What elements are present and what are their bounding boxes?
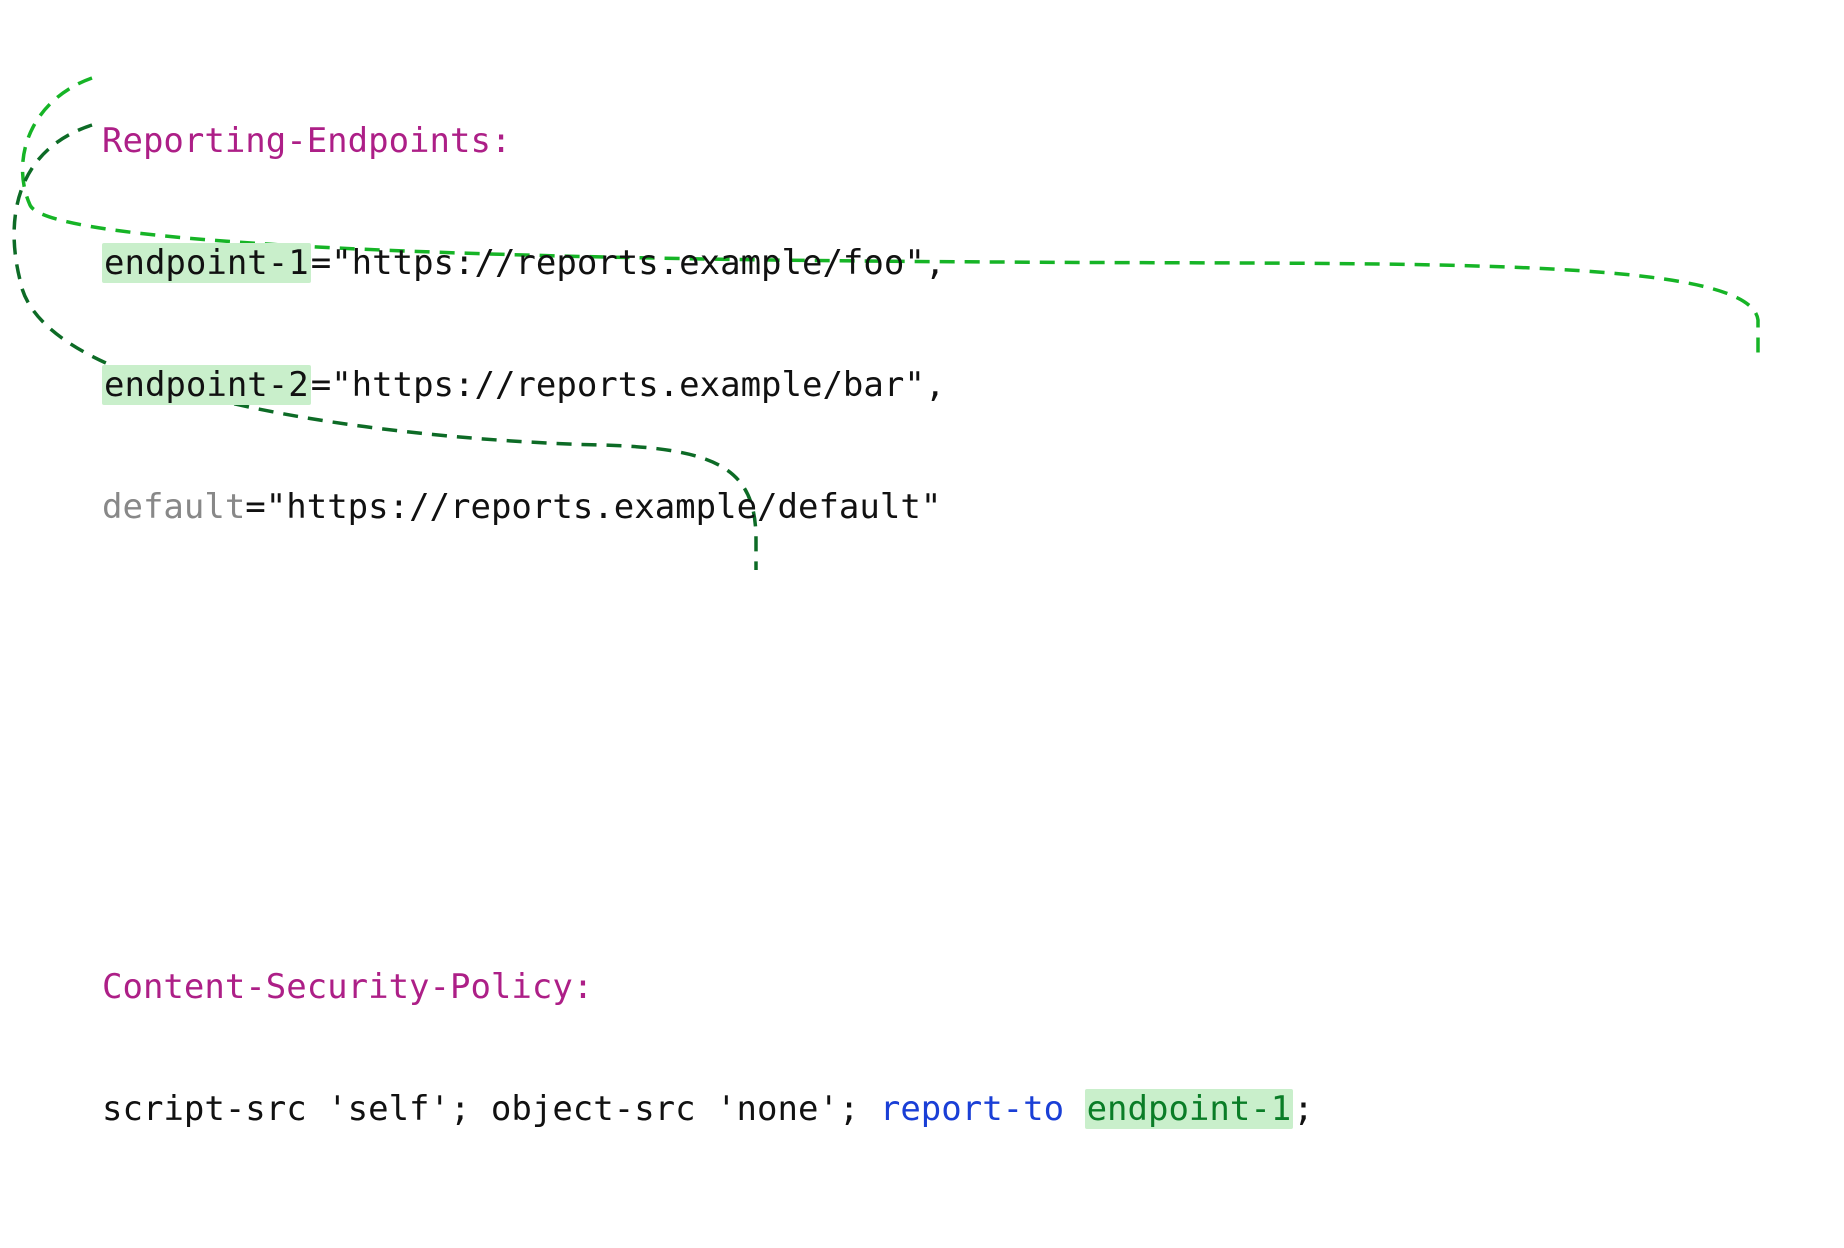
report-to-keyword: report-to xyxy=(880,1089,1085,1129)
endpoint-key-default: default xyxy=(102,487,245,527)
endpoint-key: endpoint-2 xyxy=(102,365,311,405)
semicolon: ; xyxy=(1293,1089,1313,1129)
endpoint-1-decl: endpoint-1="https://reports.example/foo"… xyxy=(102,244,1314,290)
csp-directives: script-src 'self'; object-src 'none'; xyxy=(102,1089,880,1129)
endpoint-value: "https://reports.example/default" xyxy=(266,487,942,527)
header-reporting-endpoints: Reporting-Endpoints: xyxy=(102,122,1314,168)
equals-sign: = xyxy=(311,243,331,283)
separator: , xyxy=(925,365,945,405)
endpoint-1-ref: endpoint-1 xyxy=(1085,1089,1294,1129)
endpoint-default-decl: default="https://reports.example/default… xyxy=(102,488,1314,534)
csp-body: script-src 'self'; object-src 'none'; re… xyxy=(102,1090,1314,1136)
equals-sign: = xyxy=(245,487,265,527)
blank-line xyxy=(102,770,1314,816)
header-name: Reporting-Endpoints: xyxy=(102,121,511,161)
endpoint-key: endpoint-1 xyxy=(102,243,311,283)
endpoint-value: "https://reports.example/foo" xyxy=(331,243,925,283)
code-block: Reporting-Endpoints: endpoint-1="https:/… xyxy=(102,8,1314,1248)
header-csp: Content-Security-Policy: xyxy=(102,968,1314,1014)
blank-line xyxy=(102,648,1314,694)
diagram-root: Reporting-Endpoints: endpoint-1="https:/… xyxy=(0,0,1844,624)
equals-sign: = xyxy=(311,365,331,405)
endpoint-2-decl: endpoint-2="https://reports.example/bar"… xyxy=(102,366,1314,412)
endpoint-value: "https://reports.example/bar" xyxy=(331,365,925,405)
header-name: Content-Security-Policy: xyxy=(102,967,593,1007)
separator: , xyxy=(925,243,945,283)
